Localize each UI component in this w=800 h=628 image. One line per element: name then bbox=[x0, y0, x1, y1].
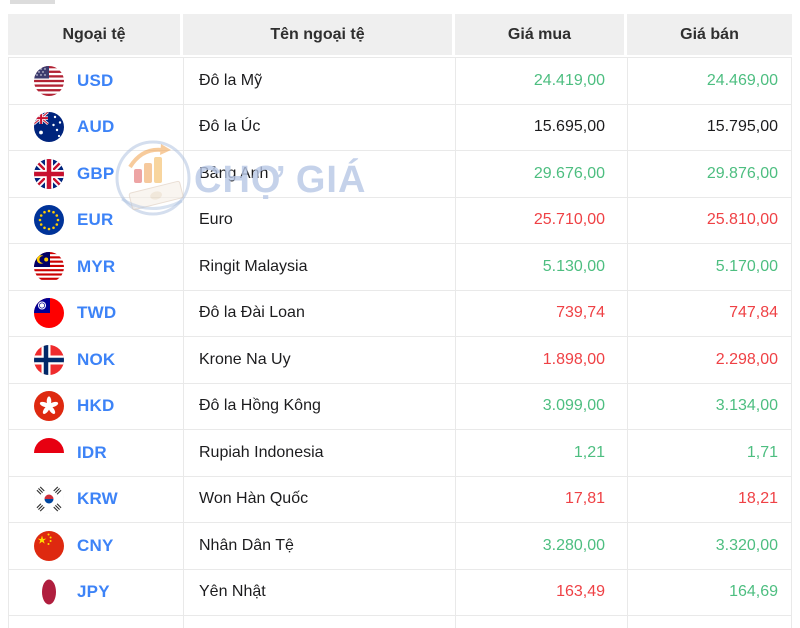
sell-price: 3.320,00 bbox=[628, 523, 793, 569]
currency-code[interactable]: MYR bbox=[77, 257, 115, 277]
australia-flag-icon bbox=[34, 112, 64, 142]
table-row[interactable]: EUR Euro 25.710,00 25.810,00 bbox=[9, 198, 791, 245]
buy-price: 15.695,00 bbox=[456, 105, 628, 151]
buy-price: 29.676,00 bbox=[456, 151, 628, 197]
china-flag-icon bbox=[34, 531, 64, 561]
currency-name: Nhân Dân Tệ bbox=[184, 523, 456, 569]
table-row-partial bbox=[9, 616, 791, 628]
currency-code[interactable]: GBP bbox=[77, 164, 114, 184]
table-row[interactable]: MYR Ringit Malaysia 5.130,00 5.170,00 bbox=[9, 244, 791, 291]
hongkong-flag-icon bbox=[34, 391, 64, 421]
indonesia-flag-icon bbox=[34, 438, 64, 468]
col-header-currency: Ngoại tệ bbox=[8, 14, 183, 55]
currency-code[interactable]: IDR bbox=[77, 443, 107, 463]
currency-name: Won Hàn Quốc bbox=[184, 477, 456, 523]
sell-price: 3.134,00 bbox=[628, 384, 793, 430]
buy-price: 1.898,00 bbox=[456, 337, 628, 383]
currency-code[interactable]: AUD bbox=[77, 117, 114, 137]
sell-price: 1,71 bbox=[628, 430, 793, 476]
sell-price: 24.469,00 bbox=[628, 58, 793, 104]
currency-code[interactable]: JPY bbox=[77, 582, 110, 602]
currency-code[interactable]: EUR bbox=[77, 210, 114, 230]
sell-price: 747,84 bbox=[628, 291, 793, 337]
currency-code[interactable]: USD bbox=[77, 71, 114, 91]
currency-name: Yên Nhật bbox=[184, 570, 456, 616]
col-header-sell: Giá bán bbox=[627, 14, 792, 55]
buy-price: 163,49 bbox=[456, 570, 628, 616]
currency-name: Đô la Úc bbox=[184, 105, 456, 151]
sell-price: 18,21 bbox=[628, 477, 793, 523]
currency-name: Krone Na Uy bbox=[184, 337, 456, 383]
buy-price: 25.710,00 bbox=[456, 198, 628, 244]
table-row[interactable]: TWD Đô la Đài Loan 739,74 747,84 bbox=[9, 291, 791, 338]
table-row[interactable]: JPY Yên Nhật 163,49 164,69 bbox=[9, 570, 791, 617]
currency-name: Euro bbox=[184, 198, 456, 244]
buy-price: 3.099,00 bbox=[456, 384, 628, 430]
sell-price: 5.170,00 bbox=[628, 244, 793, 290]
page-top-fragment bbox=[10, 0, 55, 4]
table-row[interactable]: KRW Won Hàn Quốc 17,81 18,21 bbox=[9, 477, 791, 524]
malaysia-flag-icon bbox=[34, 252, 64, 282]
table-body: USD Đô la Mỹ 24.419,00 24.469,00 AUD Đô … bbox=[8, 57, 792, 628]
buy-price: 24.419,00 bbox=[456, 58, 628, 104]
sell-price: 2.298,00 bbox=[628, 337, 793, 383]
currency-code[interactable]: HKD bbox=[77, 396, 114, 416]
currency-code[interactable]: TWD bbox=[77, 303, 116, 323]
buy-price: 739,74 bbox=[456, 291, 628, 337]
taiwan-flag-icon bbox=[34, 298, 64, 328]
currency-name: Ringit Malaysia bbox=[184, 244, 456, 290]
buy-price: 3.280,00 bbox=[456, 523, 628, 569]
col-header-name: Tên ngoại tệ bbox=[183, 14, 455, 55]
sell-price: 15.795,00 bbox=[628, 105, 793, 151]
south-korea-flag-icon bbox=[34, 484, 64, 514]
table-row[interactable]: NOK Krone Na Uy 1.898,00 2.298,00 bbox=[9, 337, 791, 384]
eu-flag-icon bbox=[34, 205, 64, 235]
table-row[interactable]: USD Đô la Mỹ 24.419,00 24.469,00 bbox=[9, 58, 791, 105]
table-row[interactable]: IDR Rupiah Indonesia 1,21 1,71 bbox=[9, 430, 791, 477]
currency-name: Bảng Anh bbox=[184, 151, 456, 197]
currency-name: Đô la Mỹ bbox=[184, 58, 456, 104]
currency-name: Rupiah Indonesia bbox=[184, 430, 456, 476]
uk-flag-icon bbox=[34, 159, 64, 189]
sell-price: 29.876,00 bbox=[628, 151, 793, 197]
table-header: Ngoại tệ Tên ngoại tệ Giá mua Giá bán bbox=[8, 14, 792, 55]
table-row[interactable]: CNY Nhân Dân Tệ 3.280,00 3.320,00 bbox=[9, 523, 791, 570]
buy-price: 5.130,00 bbox=[456, 244, 628, 290]
sell-price: 164,69 bbox=[628, 570, 793, 616]
table-row[interactable]: HKD Đô la Hồng Kông 3.099,00 3.134,00 bbox=[9, 384, 791, 431]
currency-name: Đô la Hồng Kông bbox=[184, 384, 456, 430]
table-row[interactable]: AUD Đô la Úc 15.695,00 15.795,00 bbox=[9, 105, 791, 152]
exchange-rate-table: Ngoại tệ Tên ngoại tệ Giá mua Giá bán US… bbox=[8, 14, 792, 628]
currency-code[interactable]: KRW bbox=[77, 489, 118, 509]
col-header-buy: Giá mua bbox=[455, 14, 627, 55]
currency-code[interactable]: NOK bbox=[77, 350, 115, 370]
currency-name: Đô la Đài Loan bbox=[184, 291, 456, 337]
japan-flag-icon bbox=[34, 577, 64, 607]
currency-code[interactable]: CNY bbox=[77, 536, 114, 556]
sell-price: 25.810,00 bbox=[628, 198, 793, 244]
buy-price: 1,21 bbox=[456, 430, 628, 476]
table-row[interactable]: GBP Bảng Anh 29.676,00 29.876,00 bbox=[9, 151, 791, 198]
norway-flag-icon bbox=[34, 345, 64, 375]
buy-price: 17,81 bbox=[456, 477, 628, 523]
us-flag-icon bbox=[34, 66, 64, 96]
